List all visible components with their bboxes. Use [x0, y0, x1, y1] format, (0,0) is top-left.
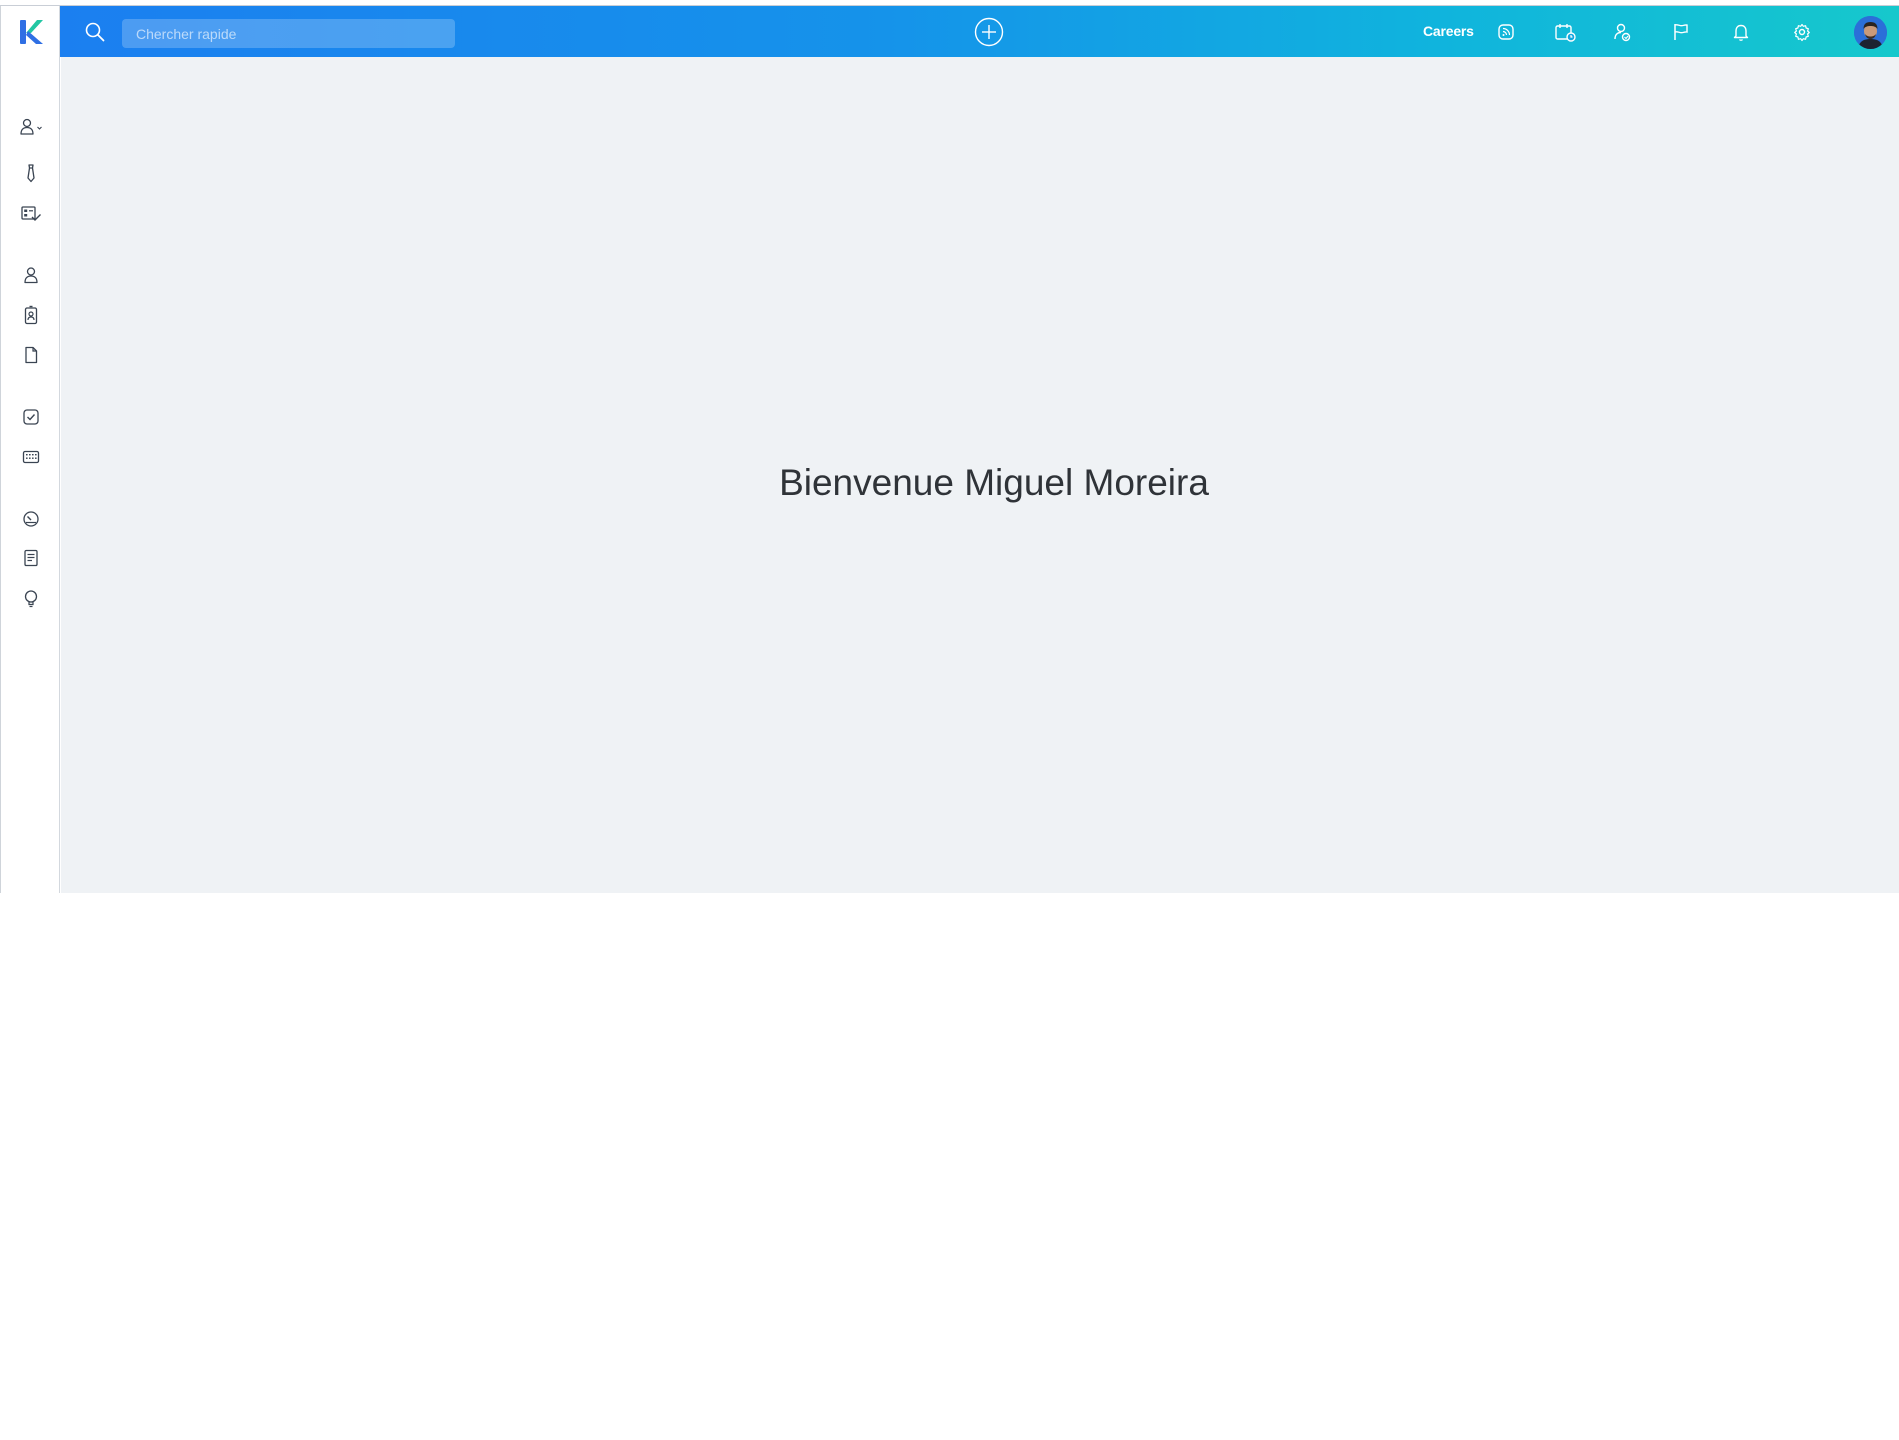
schedule-button[interactable]: [1553, 20, 1577, 44]
sidebar-user-menu[interactable]: [1, 114, 61, 140]
sidebar-item-checklist[interactable]: [1, 201, 61, 227]
sidebar-item-candidates[interactable]: [1, 262, 61, 288]
badge-icon: [24, 305, 38, 325]
tie-icon: [27, 164, 35, 183]
main-content: Bienvenue Miguel Moreira: [61, 57, 1899, 893]
search-input[interactable]: [122, 19, 455, 48]
task-check-icon: [23, 409, 39, 425]
sidebar-item-calendar[interactable]: [1, 444, 61, 470]
flag-icon: [1674, 24, 1688, 40]
user-dropdown-icon: [20, 118, 42, 135]
sidebar-item-ideas[interactable]: [1, 586, 61, 612]
add-button[interactable]: [974, 17, 1004, 47]
sidebar-item-employees[interactable]: [1, 302, 61, 328]
person-icon: [24, 267, 38, 284]
sidebar-item-jobs[interactable]: [1, 160, 61, 186]
bell-icon: [1733, 24, 1749, 41]
app-logo[interactable]: [1, 6, 61, 57]
careers-link[interactable]: Careers: [1423, 23, 1474, 39]
switch-user-button[interactable]: [1610, 20, 1634, 44]
user-avatar[interactable]: [1854, 16, 1887, 49]
sidebar-item-tasks[interactable]: [1, 404, 61, 430]
checklist-icon: [21, 206, 41, 221]
app-frame: Careers: [0, 0, 1899, 893]
rss-icon: [1498, 24, 1514, 40]
dashboard-gauge-icon: [23, 511, 39, 527]
notifications-button[interactable]: [1729, 20, 1753, 44]
sidebar-item-dashboard[interactable]: [1, 506, 61, 532]
user-switch-icon: [1614, 23, 1631, 42]
report-icon: [24, 549, 38, 567]
lightbulb-icon: [24, 590, 38, 608]
sidebar-item-reports[interactable]: [1, 545, 61, 571]
k-logo-icon: [20, 19, 43, 44]
sidebar: [0, 6, 60, 893]
top-bar: Careers: [60, 6, 1899, 57]
gear-icon: [1794, 23, 1810, 42]
settings-button[interactable]: [1790, 20, 1814, 44]
welcome-message: Bienvenue Miguel Moreira: [779, 462, 1209, 503]
feed-button[interactable]: [1494, 20, 1518, 44]
flag-button[interactable]: [1669, 20, 1693, 44]
sidebar-item-documents[interactable]: [1, 342, 61, 368]
document-icon: [25, 346, 38, 364]
avatar-photo-icon: [1854, 16, 1887, 49]
search-icon[interactable]: [84, 21, 106, 43]
calendar-clock-icon: [1555, 24, 1576, 42]
calendar-grid-icon: [22, 450, 40, 464]
